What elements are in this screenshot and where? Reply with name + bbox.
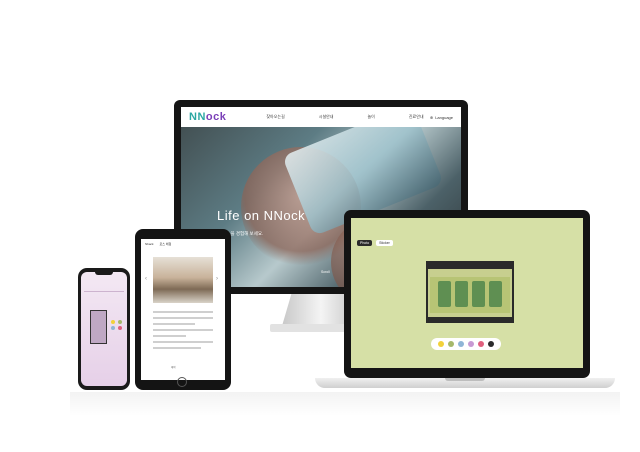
color-swatch-blue[interactable] — [111, 326, 115, 330]
color-swatch-yellow[interactable] — [438, 341, 444, 347]
photo-booth-screen: Photo Sticker — [351, 218, 583, 368]
reserve-button[interactable]: 예약 — [171, 365, 176, 369]
figure-icon — [438, 281, 451, 307]
window-footer — [428, 317, 512, 321]
photo-preview — [430, 277, 510, 313]
figure-icon — [489, 281, 502, 307]
detail-line — [153, 323, 195, 325]
color-swatch-pink[interactable] — [478, 341, 484, 347]
hero-title: Life on NNock — [217, 208, 306, 223]
tab-photo[interactable]: Photo — [357, 240, 373, 246]
globe-icon: ⊕ — [429, 114, 434, 120]
detail-line — [153, 341, 213, 343]
tablet-screen: Nback 로스 체험 ‹ › 예약 — [141, 239, 225, 380]
chevron-right-icon[interactable]: › — [216, 276, 218, 282]
nav-item-clinic[interactable]: 진료안내 — [409, 114, 424, 120]
nav-item-play[interactable]: 놀이 — [368, 114, 375, 120]
chevron-left-icon[interactable]: ‹ — [145, 276, 147, 282]
photo-frame-window — [426, 261, 514, 323]
phone-header — [84, 282, 124, 292]
color-swatch-blue[interactable] — [458, 341, 464, 347]
phone-notch — [95, 272, 113, 275]
room-photo — [153, 257, 213, 303]
detail-line — [153, 329, 213, 331]
home-button[interactable] — [177, 377, 187, 387]
color-swatch-green[interactable] — [448, 341, 454, 347]
tablet-link-back[interactable]: Nback — [145, 242, 154, 246]
phone-mockup — [78, 268, 130, 390]
figure-icon — [472, 281, 485, 307]
site-header: NNock 찾아오는길 시설안내 놀이 진료안내 ⊕ Language — [181, 107, 461, 127]
site-logo[interactable]: NNock — [189, 111, 226, 123]
laptop-lid: Photo Sticker — [344, 210, 590, 378]
tab-sticker[interactable]: Sticker — [376, 240, 393, 246]
detail-line — [153, 347, 201, 349]
figure-icon — [455, 281, 468, 307]
detail-line — [153, 317, 213, 319]
nav-item-directions[interactable]: 찾아오는길 — [266, 114, 284, 120]
mode-tabs: Photo Sticker — [357, 240, 393, 246]
color-swatch-black[interactable] — [488, 341, 494, 347]
tablet-link-experience[interactable]: 로스 체험 — [160, 242, 172, 246]
room-details — [153, 311, 213, 353]
color-swatch-purple[interactable] — [468, 341, 474, 347]
color-swatch-yellow[interactable] — [111, 320, 115, 324]
color-palette — [431, 338, 501, 350]
laptop-notch — [445, 378, 485, 381]
laptop-mockup: Photo Sticker — [315, 210, 615, 396]
language-label: Language — [435, 114, 453, 120]
language-selector[interactable]: ⊕ Language — [430, 115, 453, 120]
phone-screen — [81, 272, 127, 386]
phone-photo-card — [90, 310, 107, 344]
nav-item-facilities[interactable]: 시설안내 — [319, 114, 334, 120]
floor-reflection — [70, 392, 620, 416]
phone-color-palette — [111, 320, 123, 330]
site-menu: 찾아오는길 시설안내 놀이 진료안내 — [266, 114, 423, 120]
window-titlebar — [428, 263, 512, 269]
detail-line — [153, 335, 186, 337]
color-swatch-green[interactable] — [118, 320, 122, 324]
color-swatch-pink[interactable] — [118, 326, 122, 330]
tablet-mockup: Nback 로스 체험 ‹ › 예약 — [135, 229, 231, 390]
detail-line — [153, 311, 213, 313]
tablet-top-links: Nback 로스 체험 — [141, 239, 225, 249]
